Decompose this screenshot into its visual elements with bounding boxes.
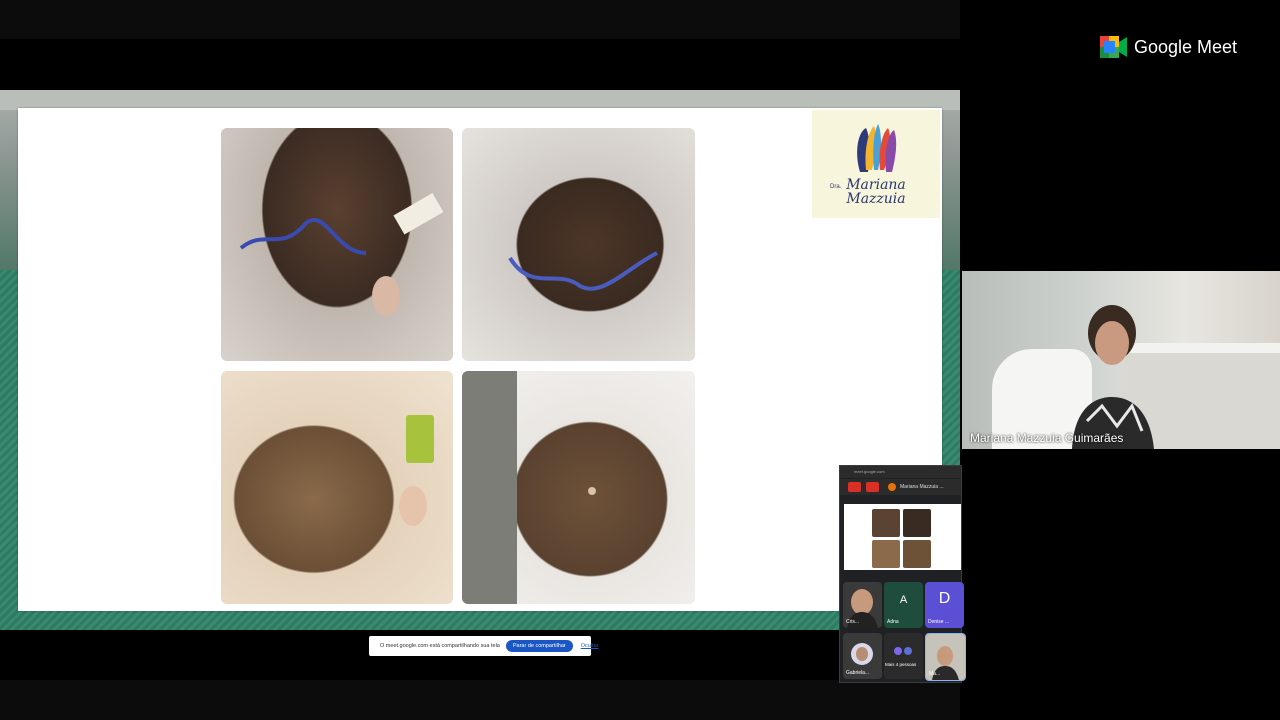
preview-photo [903, 540, 931, 568]
participant-name: Denise ... [928, 619, 950, 625]
preview-tab-bar: Mariana Mazzuia ... [840, 479, 961, 495]
photo-head-side-marked [221, 128, 453, 361]
tab-favicon-icon [888, 483, 896, 491]
top-black-bar [0, 0, 960, 39]
logo-name-line2: Mazzuia [846, 191, 906, 207]
speaker-name-label: Mariana Mazzuia Guimarães [970, 431, 1124, 445]
head-top-after-drawing [462, 371, 596, 604]
screen-share-banner: O meet.google.com está compartilhando su… [369, 636, 598, 656]
bottom-black-bar [0, 680, 960, 720]
participant-avatar [894, 647, 902, 655]
photo-head-side-after [221, 371, 453, 604]
participant-avatar [904, 647, 912, 655]
record-icon[interactable] [848, 482, 861, 492]
logo-name-line1: Mariana [846, 177, 906, 193]
participant-tile[interactable]: Ma... [925, 633, 966, 681]
participant-initial: D [938, 590, 951, 607]
participant-tile[interactable]: Gabriela... [843, 633, 882, 679]
participant-tile[interactable]: D Denise ... [925, 582, 964, 628]
participant-name: Gabriela... [846, 670, 870, 676]
participant-name: Adna [887, 619, 899, 625]
meet-camera-icon [1100, 36, 1127, 58]
participant-tile[interactable]: Mais 4 pessoas [884, 633, 923, 679]
clinic-logo: Dra. Mariana Mazzuia [812, 110, 940, 218]
participant-name: Cris... [846, 619, 860, 625]
preview-photo [872, 540, 900, 568]
participant-name: Ma... [929, 671, 941, 677]
stop-sharing-button[interactable]: Parar de compartilhar [505, 640, 573, 652]
speaker-video-tile[interactable] [962, 271, 1280, 449]
participant-name: Mais 4 pessoas [885, 662, 917, 667]
head-side-after-drawing [399, 415, 434, 526]
photo-head-top-marked [462, 128, 695, 361]
preview-photo [903, 509, 931, 537]
preview-url: meet.google.com [854, 469, 885, 474]
participant-tile[interactable]: Cris... [843, 582, 882, 628]
meet-preview-window[interactable]: meet.google.com Mariana Mazzuia ... Cris… [839, 465, 966, 683]
share-banner-text: O meet.google.com está compartilhando su… [380, 643, 500, 649]
incision-line-drawing-top [508, 251, 658, 291]
preview-url-bar: meet.google.com [840, 466, 961, 478]
preview-tab-title[interactable]: Mariana Mazzuia ... [900, 484, 944, 490]
incision-line-drawing [239, 192, 444, 316]
speaker-figure [1072, 305, 1154, 449]
preview-photo [872, 509, 900, 537]
participant-initial: A [899, 594, 908, 606]
logo-mark-icon [857, 124, 897, 172]
live-icon[interactable] [866, 482, 879, 492]
photo-head-top-after [462, 371, 695, 604]
meet-logo-text: Google Meet [1134, 36, 1238, 57]
preview-presentation [844, 504, 961, 570]
presentation-slide [18, 108, 942, 611]
google-meet-logo: Google Meet [1100, 36, 1237, 58]
participant-tile[interactable]: A Adna [884, 582, 923, 628]
hide-banner-link[interactable]: Ocultar [581, 643, 599, 649]
background-wall [0, 90, 960, 110]
